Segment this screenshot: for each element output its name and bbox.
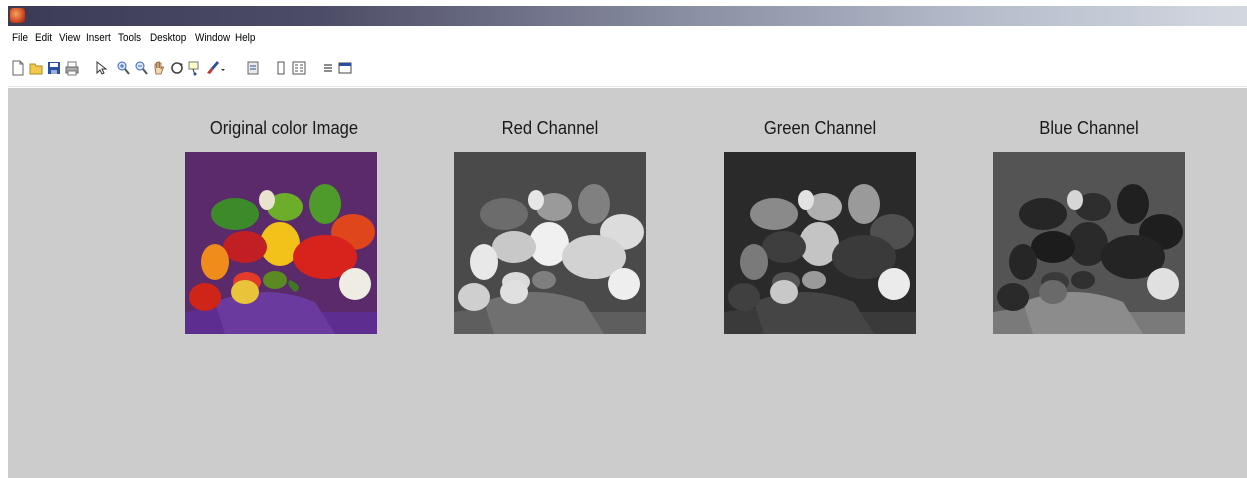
rotate-3d-icon[interactable] xyxy=(170,60,184,76)
data-cursor-icon[interactable] xyxy=(188,60,202,76)
brush-dropdown-icon[interactable] xyxy=(220,60,226,76)
menu-view[interactable]: View xyxy=(59,32,80,44)
panel-title-blue: Blue Channel xyxy=(1039,118,1139,138)
green-channel-image[interactable] xyxy=(724,152,916,334)
zoom-in-icon[interactable] xyxy=(116,60,130,76)
peppers-red-svg xyxy=(454,152,646,334)
red-channel-image[interactable] xyxy=(454,152,646,334)
peppers-blue-svg xyxy=(993,152,1185,334)
menu-tools[interactable]: Tools xyxy=(118,32,141,44)
legend-icon[interactable] xyxy=(292,60,306,76)
panel-title-green: Green Channel xyxy=(763,118,877,138)
menu-help[interactable]: Help xyxy=(235,32,255,44)
matlab-figure-window: File Edit View Insert Tools Desktop Wind… xyxy=(0,0,1247,478)
panel-title-red: Red Channel xyxy=(501,118,599,138)
figure-canvas: Original color Image Red Channel Green C… xyxy=(8,88,1247,478)
blue-channel-image[interactable] xyxy=(993,152,1185,334)
link-icon[interactable] xyxy=(246,60,260,76)
colorbar-icon[interactable] xyxy=(274,60,288,76)
menu-insert[interactable]: Insert xyxy=(86,32,111,44)
open-file-icon[interactable] xyxy=(29,60,43,76)
figure-toolbar xyxy=(8,52,1247,87)
peppers-rgb-svg xyxy=(185,152,377,334)
print-icon[interactable] xyxy=(65,60,79,76)
save-icon[interactable] xyxy=(47,60,61,76)
zoom-out-icon[interactable] xyxy=(134,60,148,76)
title-bar[interactable] xyxy=(8,6,1247,26)
pan-hand-icon[interactable] xyxy=(152,60,166,76)
new-figure-icon[interactable] xyxy=(11,60,25,76)
brush-icon[interactable] xyxy=(206,60,220,76)
matlab-app-icon[interactable] xyxy=(10,8,25,23)
panel-title-original: Original color Image xyxy=(209,118,359,138)
menu-bar: File Edit View Insert Tools Desktop Wind… xyxy=(8,28,1247,50)
menu-window[interactable]: Window xyxy=(195,32,230,44)
menu-file[interactable]: File xyxy=(12,32,28,44)
select-arrow-icon[interactable] xyxy=(94,60,108,76)
original-color-image[interactable] xyxy=(185,152,377,334)
hide-plot-tools-icon[interactable] xyxy=(321,60,335,76)
show-plot-tools-icon[interactable] xyxy=(338,60,352,76)
menu-edit[interactable]: Edit xyxy=(35,32,52,44)
menu-desktop[interactable]: Desktop xyxy=(150,32,186,44)
peppers-green-svg xyxy=(724,152,916,334)
